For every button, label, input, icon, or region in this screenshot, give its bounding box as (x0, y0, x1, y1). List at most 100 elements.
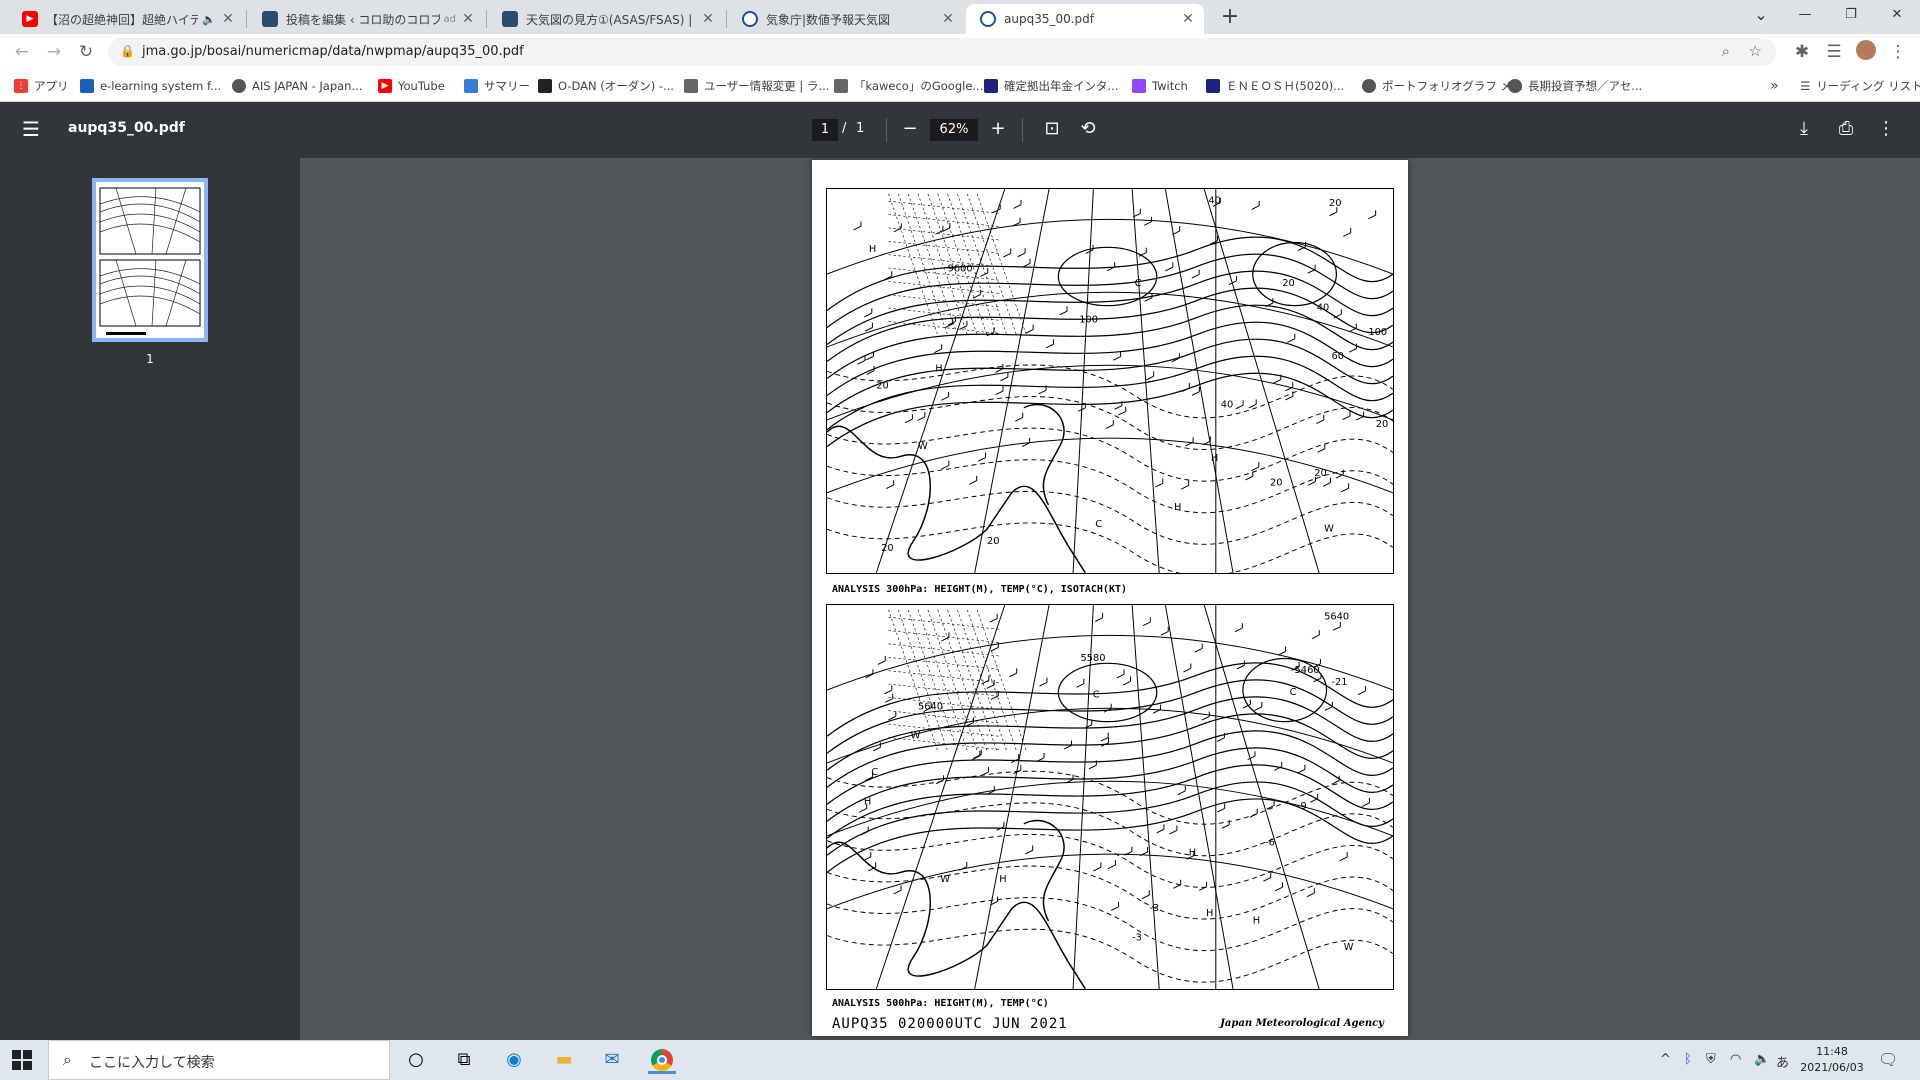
wind-barb (980, 272, 988, 277)
bookmark-youtube[interactable]: ▶ YouTube (378, 77, 445, 95)
extensions-icon[interactable]: ✱ (1790, 40, 1814, 64)
network-icon[interactable]: ◠ (1730, 1052, 1741, 1067)
tab-close-icon[interactable]: ✕ (700, 11, 716, 27)
low-center-contour (1057, 662, 1158, 723)
wind-barb (1013, 204, 1022, 209)
tab-0[interactable]: ▶ 【沼の超絶神回】超絶ハイテンシ 🔈 ✕ (8, 4, 244, 34)
back-button[interactable]: ← (10, 40, 34, 64)
contour-line (827, 253, 1393, 329)
fit-to-page-button[interactable]: ⊡ (1040, 117, 1064, 141)
rotate-button[interactable]: ⟲ (1076, 117, 1100, 141)
bluetooth-icon[interactable]: ᛒ (1684, 1052, 1692, 1067)
wind-barb (1297, 769, 1306, 774)
wind-barb (1236, 664, 1245, 670)
coastline (1023, 403, 1065, 506)
page-number-input[interactable]: 1 (812, 119, 838, 141)
wind-barb (1247, 755, 1256, 761)
address-bar[interactable]: 🔒 jma.go.jp/bosai/numericmap/data/nwpmap… (108, 38, 1776, 66)
more-bookmarks-button[interactable]: » (1770, 77, 1779, 95)
taskbar-search-box[interactable]: ⌕ ここに入力して検索 (48, 1040, 390, 1080)
hatch-line (888, 616, 1000, 630)
tray-overflow-icon[interactable]: ^ (1660, 1052, 1671, 1067)
bookmark-item[interactable]: 「kaweco」のGoogle... (834, 77, 983, 95)
new-tab-button[interactable]: + (1216, 4, 1244, 32)
tab-close-icon[interactable]: ✕ (220, 11, 236, 27)
wind-barb (1297, 246, 1306, 251)
lock-icon[interactable]: 🔒 (120, 44, 135, 58)
twitch-icon (1132, 79, 1146, 93)
bookmark-apps[interactable]: ⋮ アプリ (14, 77, 69, 95)
page-thumbnail[interactable] (92, 178, 208, 342)
dashed-isolines (827, 364, 1393, 573)
summary-icon (464, 79, 478, 93)
browser-menu-icon[interactable]: ⋮ (1886, 40, 1910, 64)
bookmark-item[interactable]: O-DAN (オーダン) -... (538, 77, 674, 95)
zoom-icon[interactable]: ⌕ (1722, 42, 1730, 60)
wind-barb (860, 830, 869, 836)
speaker-icon[interactable]: 🔈 (202, 13, 216, 26)
tab-1[interactable]: 投稿を編集 ‹ コロ助のコロブログ ad ✕ (248, 4, 484, 34)
zoom-level-input[interactable]: 62% (930, 119, 978, 141)
tab-close-icon[interactable]: ✕ (460, 11, 476, 27)
wind-barb (917, 416, 926, 421)
tab-close-icon[interactable]: ✕ (1180, 11, 1196, 27)
bookmark-item[interactable]: 確定拠出年金インタ... (984, 77, 1118, 95)
edge-icon[interactable]: ◉ (500, 1046, 528, 1074)
hatch-line (927, 609, 978, 751)
bookmark-item[interactable]: AIS JAPAN - Japan... (232, 77, 362, 95)
zoom-out-button[interactable]: − (898, 117, 922, 141)
tab-4-active[interactable]: aupq35_00.pdf ✕ (966, 4, 1204, 34)
restore-button[interactable]: ❐ (1828, 0, 1874, 30)
bookmark-item[interactable]: ユーザー情報変更 | ラ... (684, 77, 829, 95)
mail-icon[interactable]: ✉ (598, 1046, 626, 1074)
youtube-icon: ▶ (378, 79, 392, 93)
map-label: 60 (1331, 351, 1344, 362)
wind-barb (1343, 232, 1351, 237)
forward-button[interactable]: → (42, 40, 66, 64)
windows-start-icon[interactable] (12, 1050, 32, 1070)
pdf-viewport[interactable]: H H W C C H H W 20 20 20 20 40 60 100 20 20 20 40 100 9600 20… (300, 158, 1920, 1040)
wind-barb (1287, 338, 1295, 343)
download-button[interactable]: ⤓ (1792, 117, 1816, 141)
bookmark-item[interactable]: ＥＮＥＯＳＨ(5020)... (1206, 77, 1344, 95)
wind-barb (1146, 375, 1154, 381)
more-actions-button[interactable]: ⋮ (1874, 117, 1898, 141)
print-button[interactable]: ⎙ (1834, 117, 1858, 141)
bookmark-item[interactable]: e-learning system f... (80, 77, 221, 95)
bookmark-item[interactable]: 長期投資予想／アセ... (1508, 77, 1642, 95)
task-view-icon[interactable]: ⧉ (450, 1046, 478, 1074)
file-explorer-icon[interactable]: ▬ (550, 1046, 578, 1074)
chrome-icon[interactable] (648, 1046, 676, 1074)
bookmark-twitch[interactable]: Twitch (1132, 77, 1188, 95)
notification-center-icon[interactable]: 🗨 (1878, 1050, 1898, 1069)
minimize-button[interactable]: — (1782, 0, 1828, 30)
tab-3[interactable]: 気象庁|数値予報天気図 ✕ (728, 4, 964, 34)
wind-barb (1059, 310, 1068, 316)
reading-list-button[interactable]: ☰ リーディング リスト (1800, 77, 1920, 95)
security-icon[interactable]: ⛨ (1706, 1052, 1716, 1067)
profile-avatar[interactable] (1854, 40, 1878, 64)
tab-close-icon[interactable]: ✕ (940, 11, 956, 27)
tab-2[interactable]: 天気図の見方①(ASAS/FSAS) | コロ ✕ (488, 4, 724, 34)
cortana-icon[interactable]: ○ (402, 1046, 430, 1074)
thumbnail-page-number: 1 (146, 352, 154, 366)
volume-icon[interactable]: 🔈 (1754, 1052, 1770, 1067)
hamburger-menu-icon[interactable]: ☰ (22, 118, 44, 140)
bookmark-item[interactable]: ポートフォリオグラフ メ... (1362, 77, 1523, 95)
wind-barb (1165, 266, 1174, 272)
bookmark-item[interactable]: サマリー (464, 77, 530, 95)
tab-search-icon[interactable]: ⌄ (1738, 0, 1784, 30)
close-window-button[interactable]: ✕ (1874, 0, 1920, 30)
chart-code: AUPQ35 020000UTC JUN 2021 (832, 1016, 1068, 1032)
wind-barb (1341, 487, 1349, 493)
wind-barb (1107, 864, 1116, 870)
bookmark-star-icon[interactable]: ☆ (1749, 42, 1762, 60)
ime-indicator[interactable]: あ (1776, 1052, 1789, 1071)
media-control-icon[interactable]: ☰ (1822, 40, 1846, 64)
wind-barb (1039, 681, 1048, 687)
system-clock[interactable]: 11:48 2021/06/03 (1800, 1044, 1864, 1076)
wind-barb (893, 889, 902, 895)
zoom-in-button[interactable]: + (986, 117, 1010, 141)
reload-button[interactable]: ↻ (74, 40, 98, 64)
wind-barb (864, 312, 873, 318)
